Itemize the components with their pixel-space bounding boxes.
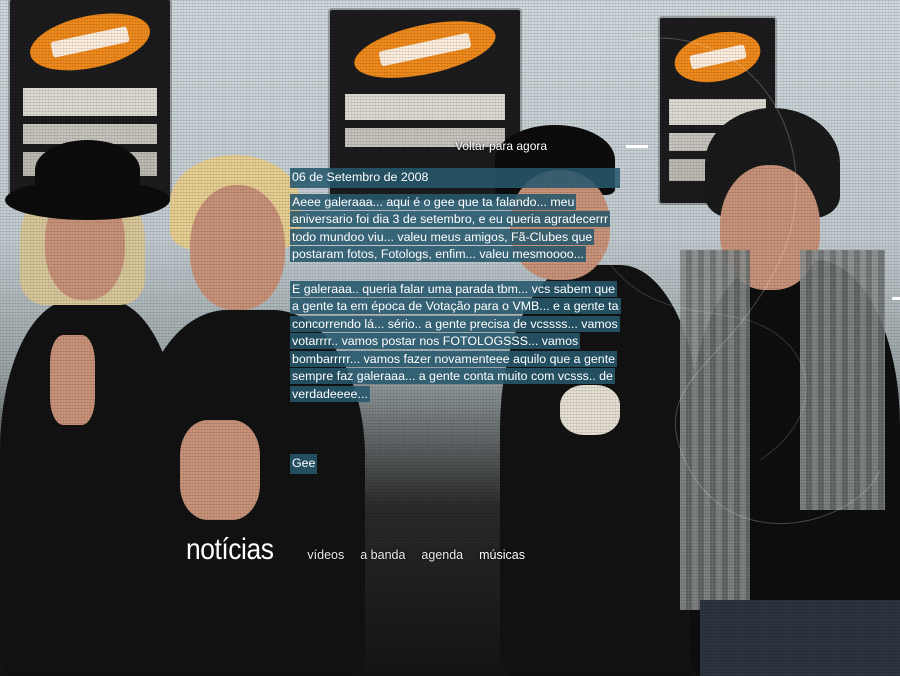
post-paragraph-1: Aeee galeraaa... aqui é o gee que ta fal… [290, 193, 611, 262]
main-nav: notícias vídeos a banda agenda músicas [186, 533, 541, 567]
edge-marker [892, 297, 900, 300]
nav-item-a-banda[interactable]: a banda [360, 548, 405, 562]
post-signature: Gee [290, 454, 318, 474]
nav-item-videos[interactable]: vídeos [307, 548, 344, 562]
post-paragraph-2: E galeraaa.. queria falar uma parada tbm… [290, 280, 621, 402]
back-to-now-link[interactable]: Voltar para agora [455, 139, 547, 153]
news-post: 06 de Setembro de 2008 Aeee galeraaa... … [290, 168, 621, 474]
post-date: 06 de Setembro de 2008 [290, 168, 620, 188]
nav-item-agenda[interactable]: agenda [421, 548, 463, 562]
dash-marker [626, 145, 648, 148]
nav-item-musicas[interactable]: músicas [479, 548, 525, 562]
section-title: notícias [186, 533, 274, 566]
